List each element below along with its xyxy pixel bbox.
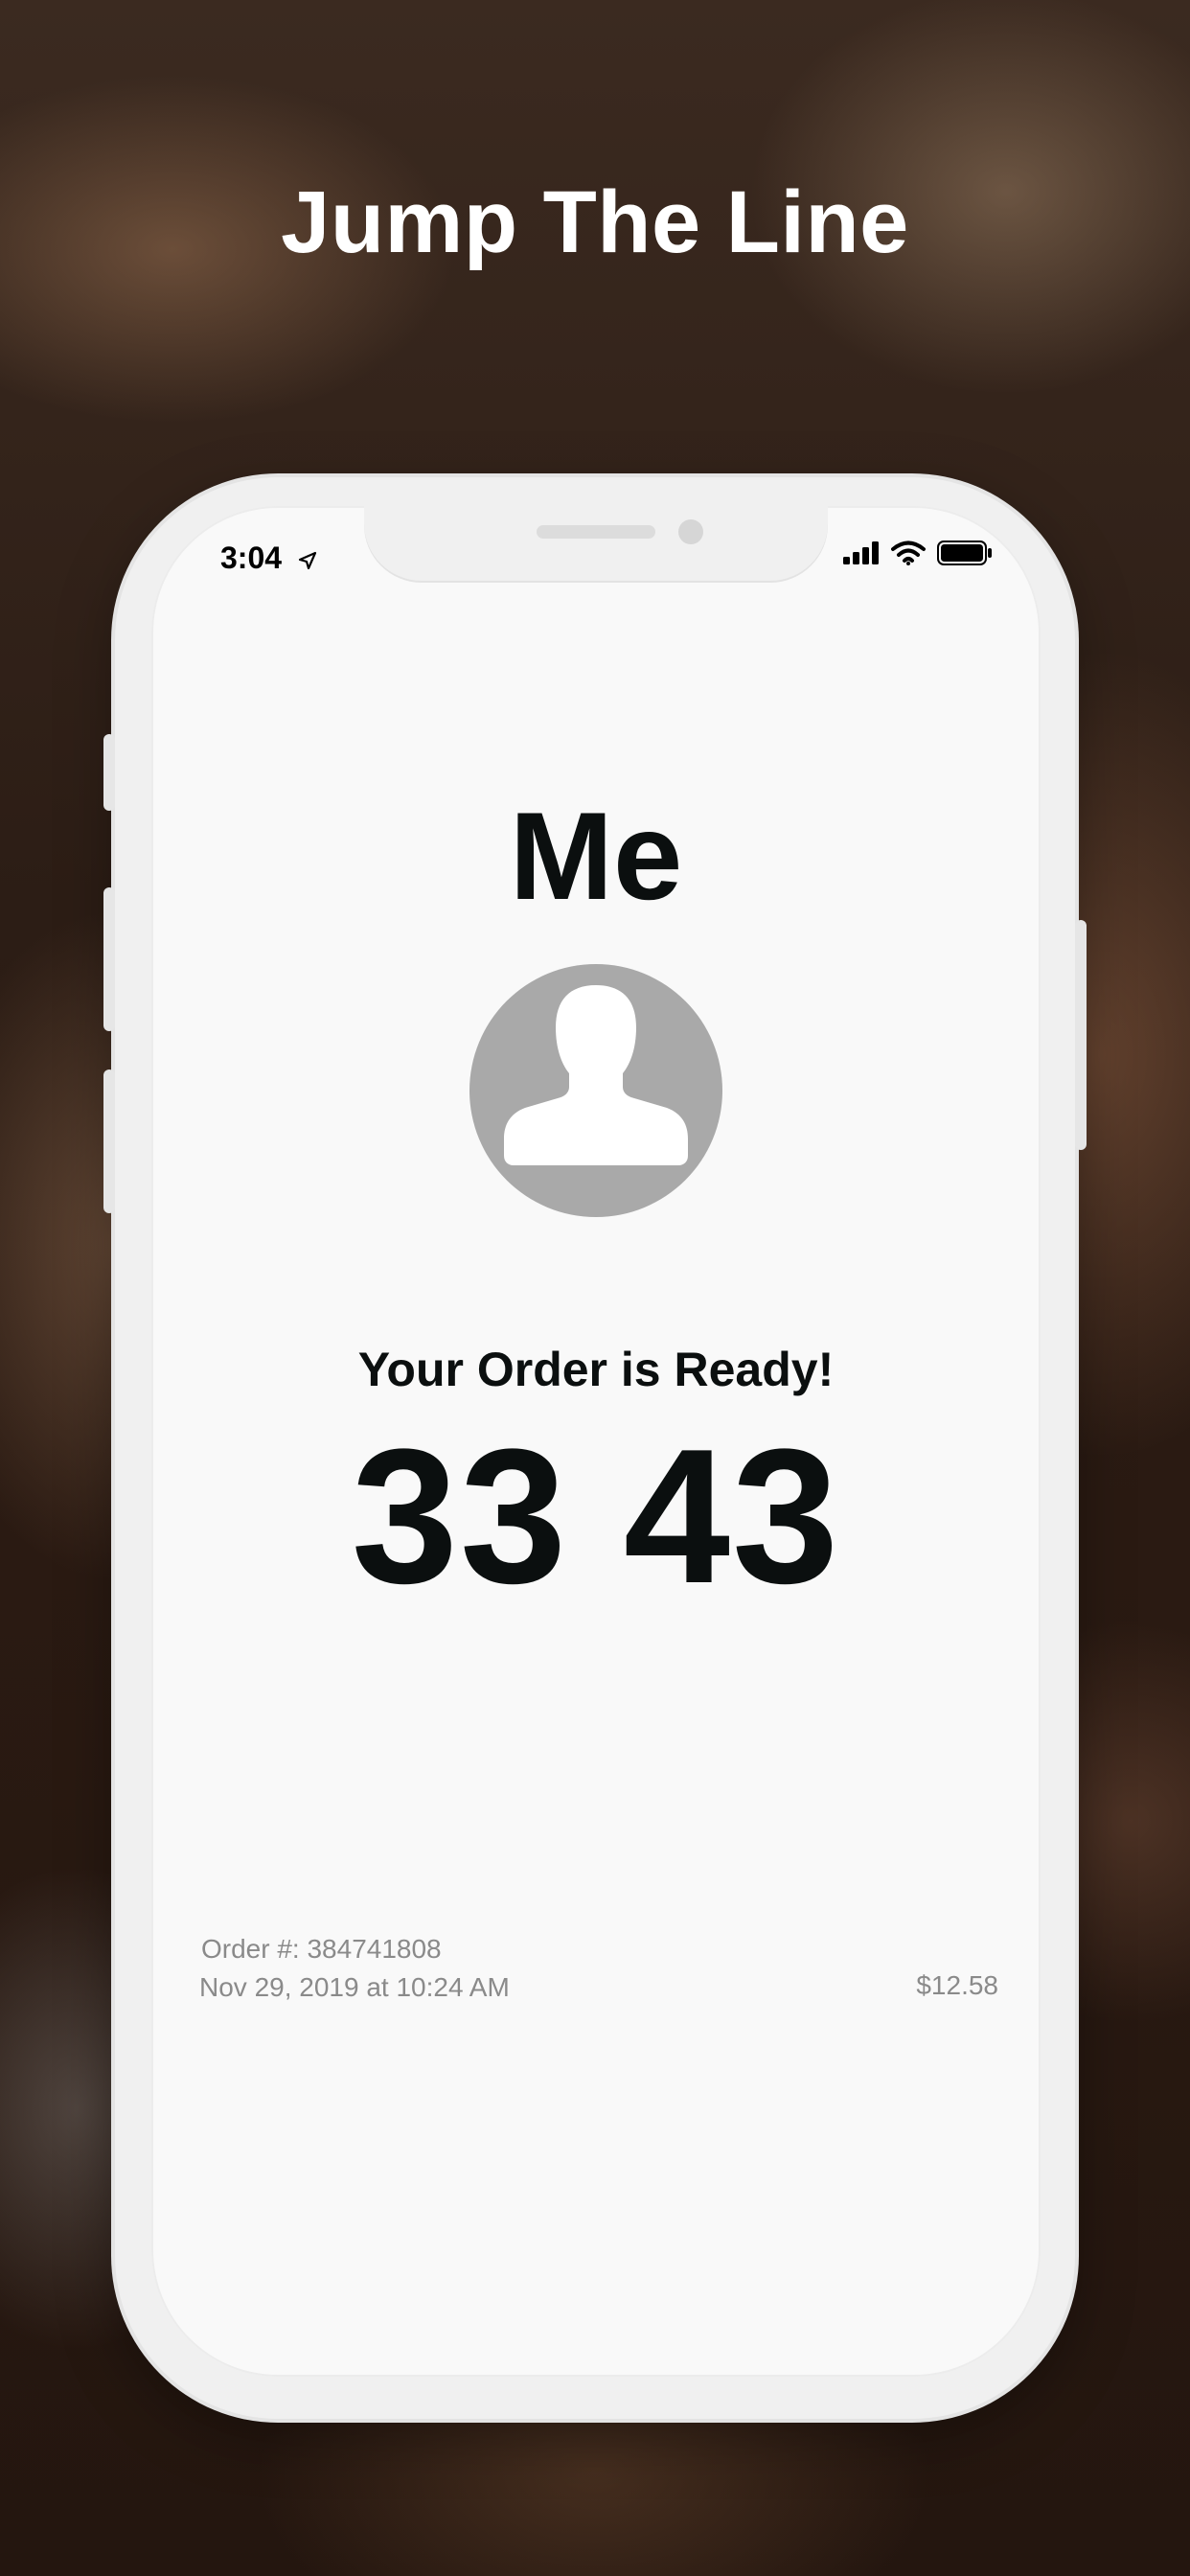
profile-name: Me: [509, 786, 683, 926]
status-bar-icons: [843, 540, 993, 569]
order-status-label: Your Order is Ready!: [357, 1343, 835, 1396]
wifi-icon: [891, 540, 926, 570]
phone-power-button: [1075, 920, 1087, 1150]
phone-mute-switch: [103, 734, 115, 811]
user-silhouette-icon: [504, 985, 688, 1165]
app-screen: 3:04 Me Your Order is Ready! 33 43 Order…: [151, 506, 1041, 2377]
order-date: Nov 29, 2019 at 10:24 AM: [199, 1972, 510, 2002]
marketing-headline: Jump The Line: [281, 173, 909, 271]
signal-bars-icon: [843, 540, 880, 569]
phone-frame: 3:04 Me Your Order is Ready! 33 43 Order…: [103, 477, 1087, 2419]
speaker-grille: [537, 525, 655, 539]
status-time-text: 3:04: [220, 540, 283, 575]
front-camera: [678, 519, 703, 544]
avatar: [469, 964, 722, 1217]
location-arrow-icon: [298, 542, 317, 578]
phone-notch: [364, 506, 828, 581]
phone-volume-up-button: [103, 887, 115, 1031]
order-price: $12.58: [916, 1970, 998, 2000]
status-bar-time: 3:04: [220, 540, 317, 578]
order-number: Order #: 384741808: [201, 1934, 442, 1964]
phone-volume-down-button: [103, 1070, 115, 1213]
battery-icon: [937, 540, 993, 570]
order-pickup-code: 33 43: [351, 1410, 841, 1623]
